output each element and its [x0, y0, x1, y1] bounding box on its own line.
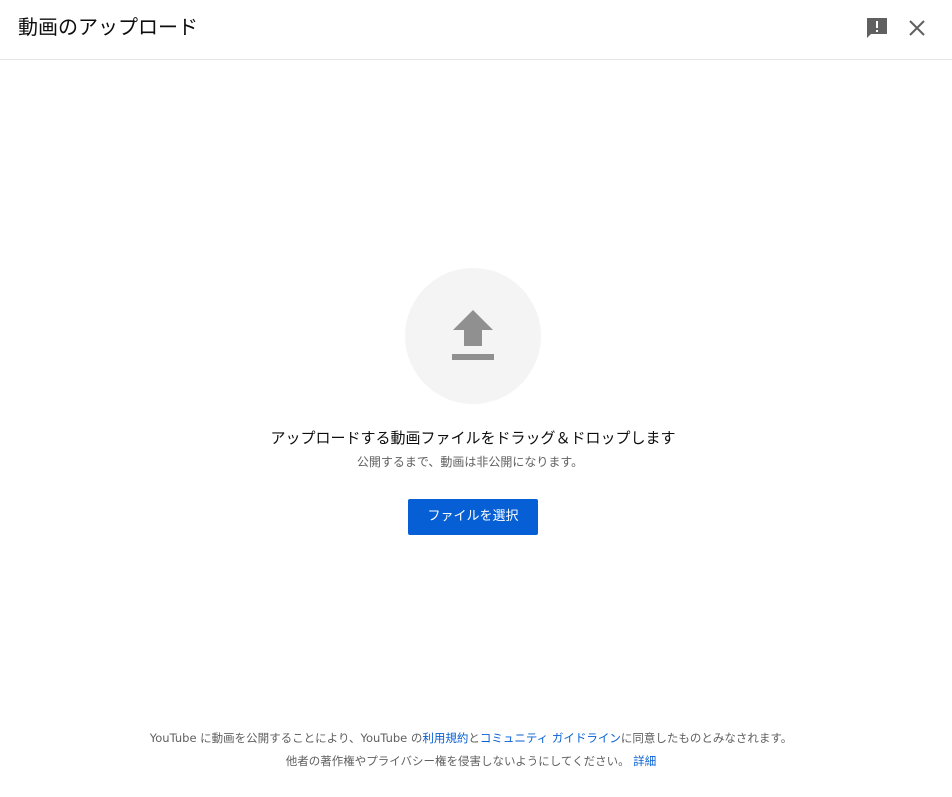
- footer-terms-line: YouTube に動画を公開することにより、YouTube の利用規約とコミュニ…: [0, 729, 942, 747]
- upload-arrow-icon: [452, 310, 494, 360]
- dialog-header: 動画のアップロード: [0, 0, 952, 60]
- drag-drop-instruction: アップロードする動画ファイルをドラッグ＆ドロップします: [270, 429, 676, 447]
- close-icon: [909, 20, 925, 36]
- learn-more-link[interactable]: 詳細: [633, 754, 656, 768]
- terms-of-service-link[interactable]: 利用規約: [422, 731, 468, 745]
- upload-dialog: 動画のアップロード アップロードする動画ファイルをドラッグ＆ドロップします 公開…: [0, 0, 952, 797]
- footer-and: と: [468, 731, 480, 745]
- close-button[interactable]: [897, 8, 937, 48]
- upload-drop-target[interactable]: [405, 268, 541, 404]
- community-guidelines-link[interactable]: コミュニティ ガイドライン: [480, 731, 621, 745]
- feedback-icon: [867, 18, 887, 38]
- private-until-published-note: 公開するまで、動画は非公開になります。: [356, 455, 584, 469]
- footer-copyright-line: 他者の著作権やプライバシー権を侵害しないようにしてください。 詳細: [0, 752, 942, 770]
- feedback-button[interactable]: [857, 8, 897, 48]
- select-files-button[interactable]: ファイルを選択: [408, 499, 538, 535]
- footer-copyright-text: 他者の著作権やプライバシー権を侵害しないようにしてください。: [285, 754, 630, 768]
- footer-terms-prefix: YouTube に動画を公開することにより、YouTube の: [149, 731, 423, 745]
- dialog-title: 動画のアップロード: [18, 15, 198, 39]
- footer-terms-suffix: に同意したものとみなされます。: [620, 731, 793, 745]
